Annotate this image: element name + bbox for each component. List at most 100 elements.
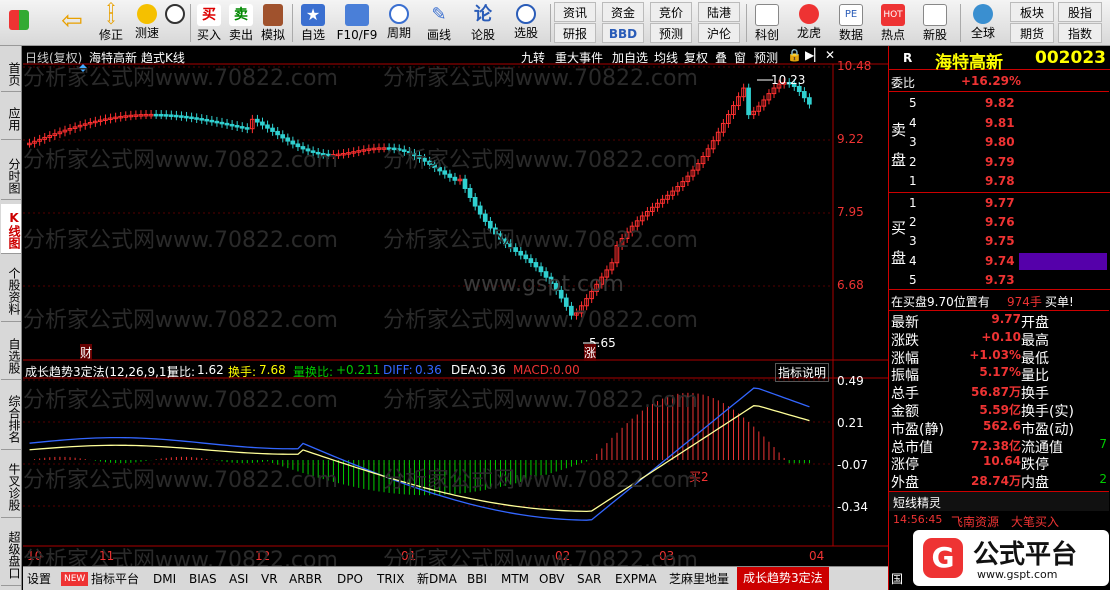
tab-asi[interactable]: ASI bbox=[229, 569, 248, 589]
hotspot-button[interactable]: HOT 热点 bbox=[876, 2, 910, 44]
sell-level-row[interactable]: 3 9.80 bbox=[889, 133, 1109, 153]
buy-button[interactable]: 买 买入 bbox=[194, 2, 224, 44]
chart-canvas[interactable] bbox=[23, 46, 888, 566]
btn-ma[interactable]: 均线 bbox=[654, 49, 678, 66]
grid-btn-lugang[interactable]: 陆港 bbox=[698, 2, 740, 22]
tab-mtm[interactable]: MTM bbox=[501, 569, 529, 589]
fix-button[interactable]: ⇧ ⇩ 修正 bbox=[94, 1, 128, 44]
data-button[interactable]: PE 数据 bbox=[834, 2, 868, 44]
longhu-label: 龙虎 bbox=[796, 26, 821, 40]
kechuang-button[interactable]: 科创 bbox=[750, 2, 784, 44]
sidebar-tab-apps[interactable]: 应用 bbox=[1, 96, 21, 140]
candle-body bbox=[548, 276, 554, 284]
fix-label: 修正 bbox=[98, 28, 123, 42]
tab-bias[interactable]: BIAS bbox=[189, 569, 217, 589]
btn-forecast[interactable]: 预测 bbox=[754, 49, 778, 66]
grid-btn-yuce[interactable]: 预测 bbox=[650, 23, 692, 43]
sidebar-tab-profile[interactable]: 个股资料 bbox=[1, 258, 21, 322]
candle-body bbox=[204, 118, 210, 122]
play-icon[interactable]: ▶︎▏ bbox=[805, 48, 823, 62]
buy-level: 3 bbox=[909, 234, 917, 249]
elf-entry[interactable]: 14:56:45 飞南资源 大笔买入 bbox=[889, 511, 1109, 531]
extra-btn-guzhi[interactable]: 股指 bbox=[1058, 2, 1102, 22]
btn-jiuzhuan[interactable]: 九转 bbox=[521, 49, 545, 66]
period-button[interactable]: 周期 bbox=[382, 2, 416, 44]
kline-chart-area[interactable]: 日线(复权) 海特高新 趋式K线 九转 重大事件 加自选 均线 复权 叠 窗 预… bbox=[23, 46, 888, 573]
close-icon[interactable]: ✕ bbox=[825, 48, 835, 62]
gspt-logo-icon: G bbox=[923, 538, 963, 578]
back-button[interactable]: ⇦ bbox=[54, 2, 90, 44]
stat-value: +1.03% bbox=[969, 347, 1021, 362]
sell-button[interactable]: 卖 卖出 bbox=[226, 2, 256, 44]
tab-indicator-platform[interactable]: 指标平台 bbox=[91, 569, 139, 589]
cai-tag[interactable]: 财 bbox=[80, 344, 93, 361]
buy-level-row[interactable]: 2 9.76 bbox=[889, 213, 1109, 233]
sidebar-tab-timeline[interactable]: 分时图 bbox=[1, 150, 21, 200]
buy-level-row[interactable]: 5 9.73 bbox=[889, 271, 1109, 291]
new-stock-button[interactable]: 新股 bbox=[918, 2, 952, 44]
buy-level-row[interactable]: 1 9.77 bbox=[889, 194, 1109, 214]
candle-body bbox=[462, 178, 468, 189]
tab-new-dma[interactable]: 新DMA bbox=[417, 569, 457, 589]
sell-level: 4 bbox=[909, 115, 917, 130]
tab-growth-trend[interactable]: 成长趋势3定法 bbox=[737, 567, 829, 590]
sidebar-tab-kline[interactable]: K线图 bbox=[1, 204, 21, 254]
f10-button[interactable]: F10/F9 bbox=[334, 2, 380, 44]
btn-overlay[interactable]: 叠 bbox=[715, 49, 727, 66]
zaimaipan-row: 在买盘9.70位置有 974手 买单! bbox=[889, 291, 1109, 311]
discuss-button[interactable]: 论 论股 bbox=[466, 2, 500, 44]
sell-level-row[interactable]: 5 9.82 bbox=[889, 94, 1109, 114]
indicator-explain-button[interactable]: 指标说明 bbox=[775, 363, 830, 382]
grid-btn-bbd[interactable]: BBD bbox=[602, 23, 644, 43]
lock-icon[interactable]: 🔒 bbox=[787, 48, 802, 62]
btn-add-watch[interactable]: 加自选 bbox=[612, 49, 648, 66]
btn-window[interactable]: 窗 bbox=[734, 49, 746, 66]
stock-picker-button[interactable]: 选股 bbox=[506, 2, 546, 44]
buy-level-row[interactable]: 3 9.75 bbox=[889, 232, 1109, 252]
grid-btn-zixun[interactable]: 资讯 bbox=[554, 2, 596, 22]
tab-bbi[interactable]: BBI bbox=[467, 569, 487, 589]
tab-arbr[interactable]: ARBR bbox=[289, 569, 322, 589]
extra-btn-bankuai[interactable]: 板块 bbox=[1010, 2, 1054, 22]
sidebar-tab-ranking[interactable]: 综合排名 bbox=[1, 386, 21, 450]
buy-level-row[interactable]: 4 9.74 bbox=[889, 252, 1109, 272]
simulate-button[interactable]: 模拟 bbox=[258, 2, 288, 44]
grid-btn-jingjia[interactable]: 竞价 bbox=[650, 2, 692, 22]
extra-btn-zhishu[interactable]: 指数 bbox=[1058, 23, 1102, 43]
windows-button[interactable] bbox=[6, 2, 32, 44]
tab-dmi[interactable]: DMI bbox=[153, 569, 176, 589]
watchlist-button[interactable]: ★ 自选 bbox=[296, 2, 330, 44]
candle-body bbox=[295, 143, 301, 148]
grid-btn-hulun[interactable]: 沪伦 bbox=[698, 23, 740, 43]
sell-level-row[interactable]: 2 9.79 bbox=[889, 153, 1109, 173]
btn-major-events[interactable]: 重大事件 bbox=[555, 49, 603, 66]
speed-test-button[interactable]: 测速 bbox=[130, 2, 164, 44]
buy-level: 4 bbox=[909, 253, 917, 268]
btn-fuquan[interactable]: 复权 bbox=[684, 49, 708, 66]
sell-level-row[interactable]: 1 9.78 bbox=[889, 172, 1109, 192]
tab-expma[interactable]: EXPMA bbox=[615, 569, 657, 589]
sell-level: 5 bbox=[909, 96, 917, 110]
elf-title[interactable]: 短线精灵 bbox=[893, 494, 941, 511]
longhu-button[interactable]: 龙虎 bbox=[792, 2, 826, 44]
tab-trix[interactable]: TRIX bbox=[377, 569, 404, 589]
tab-zhima[interactable]: 芝麻里地量 bbox=[669, 569, 729, 589]
global-button[interactable]: 全球 bbox=[964, 2, 1002, 44]
grid-btn-yanbao[interactable]: 研报 bbox=[554, 23, 596, 43]
sell-level-row[interactable]: 4 9.81 bbox=[889, 114, 1109, 134]
tab-vr[interactable]: VR bbox=[261, 569, 278, 589]
tab-obv[interactable]: OBV bbox=[539, 569, 565, 589]
tab-settings[interactable]: 设置 bbox=[27, 569, 51, 589]
extra-btn-qihuo[interactable]: 期货 bbox=[1010, 23, 1054, 43]
grid-btn-zijin[interactable]: 资金 bbox=[602, 2, 644, 22]
sidebar-tab-diagnose[interactable]: 牛叉诊股 bbox=[1, 454, 21, 518]
draw-line-button[interactable]: ✎ 画线 bbox=[422, 2, 456, 44]
zhang-tag[interactable]: 涨 bbox=[584, 344, 597, 361]
sidebar-tab-superpanel[interactable]: 超级盘口 bbox=[1, 522, 21, 586]
tab-dpo[interactable]: DPO bbox=[337, 569, 363, 589]
tab-sar[interactable]: SAR bbox=[577, 569, 601, 589]
sidebar-tab-watchlist[interactable]: 自选股 bbox=[1, 330, 21, 380]
alarm-button[interactable] bbox=[164, 2, 186, 44]
quote-title-bar: R 海特高新 002023 bbox=[889, 46, 1110, 73]
sidebar-tab-home[interactable]: 首页 bbox=[1, 54, 21, 92]
